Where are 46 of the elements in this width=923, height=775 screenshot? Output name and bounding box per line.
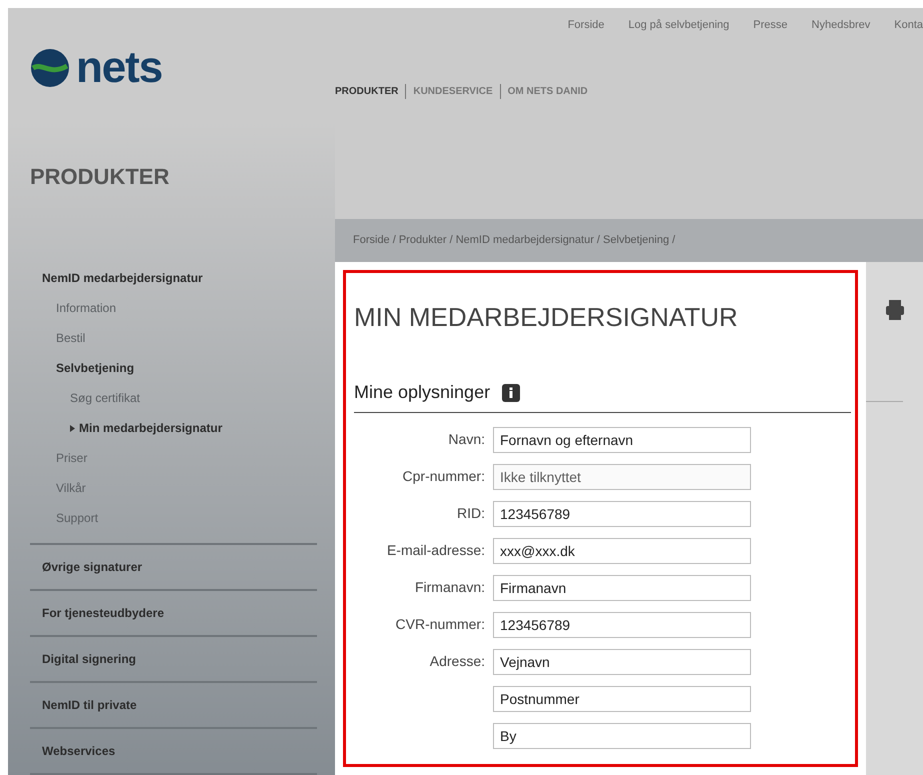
top-link[interactable]: Presse (753, 17, 788, 34)
sidebar-item[interactable]: Øvrige signaturer (30, 545, 317, 589)
main-nav-link[interactable]: OM NETS DANID (500, 84, 595, 98)
sidebar-item[interactable]: Webservices (30, 729, 317, 773)
sidebar-item[interactable]: Selvbetjening (30, 353, 317, 383)
sidebar-item[interactable]: Min medarbejdersignatur (30, 413, 317, 443)
sidebar-item[interactable]: Support (30, 503, 317, 533)
info-icon[interactable] (502, 384, 520, 402)
field-label: Navn: (448, 431, 485, 447)
top-link[interactable]: Konta (894, 17, 923, 34)
top-link[interactable]: Forside (568, 17, 604, 34)
field-label: Cpr-nummer: (402, 468, 485, 484)
sidebar-item[interactable]: Søg certifikat (30, 383, 317, 413)
top-link[interactable]: Nyhedsbrev (812, 17, 870, 34)
section-title: PRODUKTER (29, 163, 170, 191)
input-field[interactable]: Postnummer (493, 686, 751, 712)
input-field[interactable]: Fornavn og efternavn (493, 427, 751, 453)
sidebar-item[interactable]: For tjenesteudbydere (30, 591, 317, 635)
field-label: RID: (457, 505, 485, 521)
field-label: Adresse: (430, 653, 485, 669)
input-field[interactable]: 123456789 (493, 612, 751, 638)
sidebar-item[interactable]: NemID medarbejdersignatur (30, 263, 317, 293)
nets-logo[interactable]: nets (30, 46, 335, 90)
sidebar-item[interactable]: Bestil (30, 323, 317, 353)
section-heading: Mine oplysninger (354, 381, 490, 404)
breadcrumb-bar: Forside / Produkter / NemID medarbejdersignatur / Selvbetjening / (335, 219, 923, 262)
field-label: Firmanavn: (414, 579, 485, 595)
triangle-icon (70, 424, 75, 432)
field-label: CVR-nummer: (396, 616, 485, 632)
page-title: MIN MEDARBEJDERSIGNATUR (354, 301, 739, 334)
printer-icon[interactable] (886, 300, 904, 320)
input-field[interactable]: xxx@xxx.dk (493, 538, 751, 564)
input-field[interactable]: Vejnavn (493, 649, 751, 675)
sidebar-item[interactable]: NemID til private (30, 683, 317, 727)
sidebar-item[interactable]: Information (30, 293, 317, 323)
input-field[interactable]: 123456789 (493, 501, 751, 527)
main-nav-link[interactable]: PRODUKTER (335, 84, 406, 98)
top-link[interactable]: Log på selvbetjening (628, 17, 730, 34)
sidebar-item[interactable]: Digital signering (30, 637, 317, 681)
globe-icon (30, 48, 70, 88)
field-label: E-mail-adresse: (386, 542, 485, 558)
sidebar-item[interactable]: Vilkår (30, 473, 317, 503)
main-nav-link[interactable]: KUNDESERVICE (405, 84, 500, 98)
input-field[interactable]: By (493, 723, 751, 749)
input-field[interactable]: Firmanavn (493, 575, 751, 601)
sidebar-item[interactable]: Priser (30, 443, 317, 473)
